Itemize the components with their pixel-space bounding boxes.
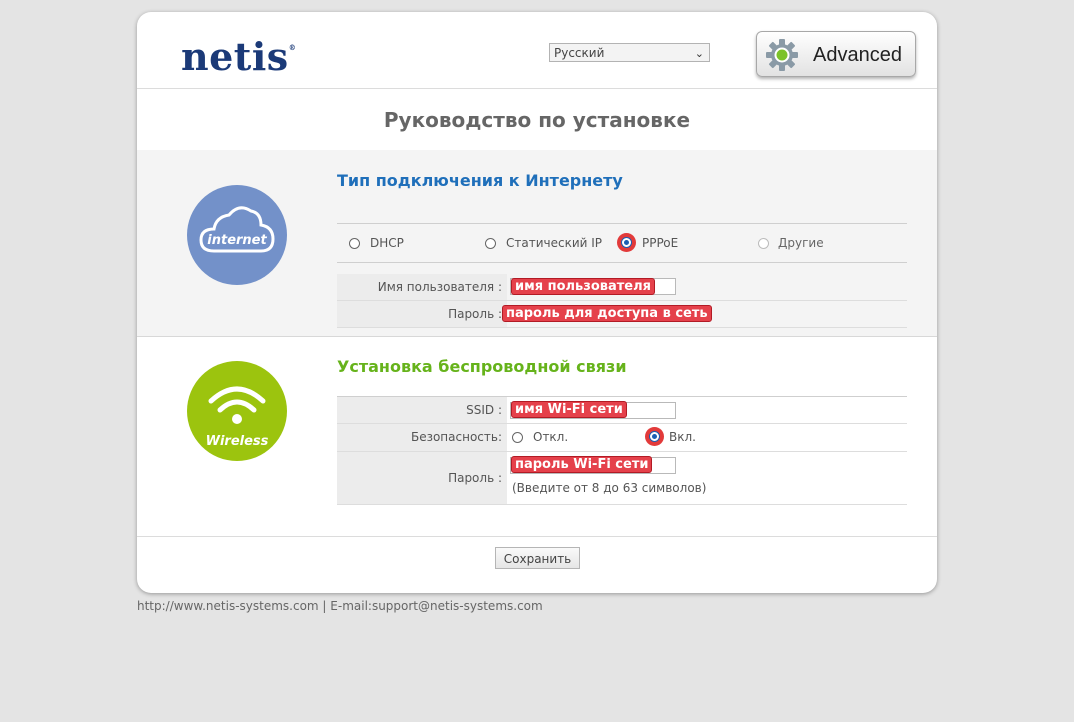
language-value: Русский (554, 46, 605, 60)
internet-cloud-icon: internet (187, 185, 287, 285)
pppoe-password-label: Пароль : (337, 301, 507, 327)
security-row: Безопасность: Откл. Вкл. (337, 424, 907, 452)
wireless-section-title: Установка беспроводной связи (337, 357, 627, 376)
wifi-password-row: Пароль : пароль Wi-Fi сети (Введите от 8… (337, 452, 907, 505)
ssid-annotation: имя Wi-Fi сети (511, 401, 627, 418)
wifi-password-hint: (Введите от 8 до 63 символов) (512, 481, 707, 495)
conn-type-other-label: Другие (778, 236, 824, 250)
radio-dhcp[interactable] (349, 238, 360, 249)
username-label: Имя пользователя : (337, 274, 507, 300)
radio-static-ip[interactable] (485, 238, 496, 249)
footer-contact: http://www.netis-systems.com | E-mail:su… (137, 599, 543, 613)
radio-pppoe[interactable] (621, 237, 632, 248)
internet-icon-text: internet (207, 233, 267, 248)
gear-icon (766, 39, 798, 71)
conn-type-static-label: Статический IP (506, 236, 603, 250)
divider (137, 536, 937, 537)
password-row: Пароль : пароль для доступа в сеть (337, 301, 907, 328)
divider (337, 223, 907, 224)
security-on-label: Вкл. (669, 430, 696, 444)
wireless-icon-text: Wireless (205, 434, 269, 449)
wifi-password-annotation: пароль Wi-Fi сети (511, 456, 653, 473)
wifi-password-label: Пароль : (337, 452, 507, 504)
internet-section-title: Тип подключения к Интернету (337, 171, 623, 190)
divider (337, 262, 907, 263)
username-row: Имя пользователя : имя пользователя (337, 274, 907, 301)
annotation-highlight (645, 427, 664, 446)
annotation-highlight (617, 233, 636, 252)
setup-card: netis® Русский ⌄ Advanced Руководство по… (137, 12, 937, 593)
pppoe-password-annotation: пароль для доступа в сеть (502, 305, 712, 322)
chevron-down-icon: ⌄ (694, 47, 704, 60)
save-button[interactable]: Сохранить (495, 547, 580, 569)
page-title: Руководство по установке (137, 88, 937, 152)
ssid-label: SSID : (337, 397, 507, 423)
conn-type-pppoe-label: PPPoE (642, 236, 679, 250)
wireless-section: Wireless Установка беспроводной связи SS… (137, 337, 937, 536)
header: netis® Русский ⌄ Advanced (137, 12, 937, 89)
radio-security-off[interactable] (512, 432, 523, 443)
netis-logo: netis® (181, 34, 297, 79)
advanced-button[interactable]: Advanced (756, 31, 916, 77)
radio-other[interactable] (758, 238, 769, 249)
radio-security-on[interactable] (649, 431, 660, 442)
ssid-row: SSID : имя Wi-Fi сети (337, 397, 907, 424)
security-off-label: Откл. (533, 430, 569, 444)
username-annotation: имя пользователя (511, 278, 655, 295)
language-select[interactable]: Русский ⌄ (549, 43, 710, 62)
security-label: Безопасность: (337, 424, 507, 451)
wireless-wifi-icon: Wireless (187, 361, 287, 461)
internet-section: internet Тип подключения к Интернету DHC… (137, 150, 937, 337)
conn-type-dhcp-label: DHCP (370, 236, 404, 250)
advanced-label: Advanced (813, 44, 902, 66)
